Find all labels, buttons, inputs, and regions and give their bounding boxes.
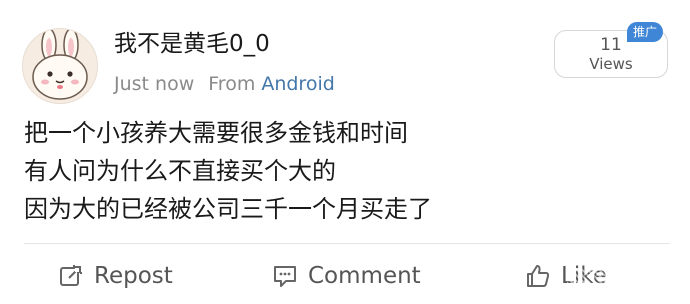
- post-actions-bar: Repost Comment Like: [0, 256, 690, 296]
- source-prefix: From: [208, 73, 256, 95]
- post-text-line: 有人问为什么不直接买个大的: [24, 157, 336, 185]
- user-avatar[interactable]: [22, 28, 98, 104]
- like-label: Like: [561, 263, 611, 289]
- weibo-post-card: 我不是黄毛0_0 Just now From Android 11 Views 推广…: [0, 0, 690, 304]
- like-button[interactable]: Like: [525, 256, 675, 296]
- bunny-avatar-icon: [23, 29, 97, 103]
- actions-divider: [24, 243, 670, 244]
- thumbs-up-icon: [527, 265, 550, 287]
- source-app-link[interactable]: Android: [261, 73, 334, 95]
- comment-label: Comment: [308, 263, 421, 289]
- comment-icon: [274, 266, 296, 287]
- post-time: Just now: [114, 73, 195, 95]
- views-label: Views: [589, 55, 633, 73]
- post-content: 把一个小孩养大需要很多金钱和时间 有人问为什么不直接买个大的 因为大的已经被公司…: [24, 114, 664, 228]
- comment-button[interactable]: Comment: [272, 256, 421, 296]
- repost-button[interactable]: Repost: [58, 256, 173, 296]
- repost-icon: [60, 264, 83, 286]
- post-text-line: 把一个小孩养大需要很多金钱和时间: [24, 119, 408, 147]
- post-text-line: 因为大的已经被公司三千一个月买走了: [24, 195, 432, 223]
- username[interactable]: 我不是黄毛0_0: [114, 28, 270, 60]
- promo-badge: 推广: [627, 22, 664, 42]
- post-meta: Just now From Android: [114, 71, 335, 97]
- repost-label: Repost: [94, 263, 173, 289]
